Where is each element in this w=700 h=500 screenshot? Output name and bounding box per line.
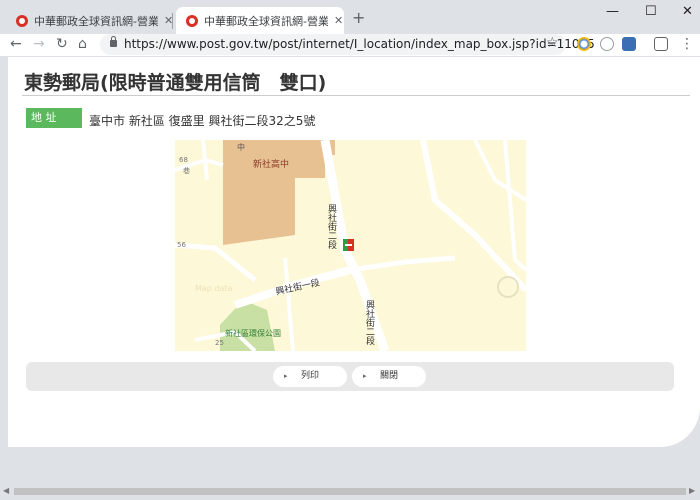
browser-toolbar: ← → ↻ ⌂ https://www.post.gov.tw/post/int… [0, 34, 700, 56]
map-road-west [175, 242, 257, 282]
map-label-park: 新社區環保公園 [225, 329, 281, 338]
arrow-right-icon: ▸ [284, 372, 288, 380]
map-label-street-1: 興社街二段 [326, 204, 336, 249]
home-icon[interactable]: ⌂ [78, 35, 87, 53]
tab-title: 中華郵政全球資訊網-營業據點 - [34, 14, 158, 28]
close-button[interactable]: ▸ 關閉 [352, 366, 426, 387]
title-divider [22, 95, 690, 96]
map-label-68: 68 [179, 156, 188, 164]
page-content: 東勢郵局(限時普通雙用信筒 雙口) 地 址 臺中市 新社區 復盛里 興社街二段3… [8, 57, 700, 447]
address-label: 地 址 [26, 108, 82, 128]
extension-calendar-icon[interactable] [654, 37, 668, 51]
map-road-east-edge [503, 140, 526, 272]
tab-separator [172, 13, 173, 29]
address-value: 臺中市 新社區 復盛里 興社街二段32之5號 [89, 114, 316, 128]
school-area [223, 140, 335, 245]
extension-card-icon[interactable] [622, 37, 636, 51]
window-close-icon[interactable]: ✕ [682, 4, 693, 19]
address-bar[interactable]: https://www.post.gov.tw/post/internet/I_… [100, 34, 595, 55]
forward-icon[interactable]: → [33, 35, 45, 53]
bookmark-star-icon[interactable]: ☆ [546, 35, 559, 51]
map-svg [175, 140, 526, 351]
scroll-right-icon[interactable]: ▶ [689, 486, 695, 495]
extension-chrome-icon[interactable] [577, 37, 591, 51]
page-title: 東勢郵局(限時普通雙用信筒 雙口) [24, 72, 327, 94]
url-text: https://www.post.gov.tw/post/internet/I_… [124, 37, 595, 51]
tab-title: 中華郵政全球資訊網-營業據點 - [204, 14, 328, 28]
tab-close-icon[interactable]: ✕ [334, 14, 343, 27]
map-label-street-2: 興社街二段 [364, 300, 374, 345]
map-label-25: 25 [215, 339, 224, 347]
post-favicon-icon [186, 14, 198, 27]
arrow-right-icon: ▸ [363, 372, 367, 380]
scroll-left-icon[interactable]: ◀ [3, 486, 9, 495]
print-button-label: 列印 [301, 371, 320, 381]
scrollbar-thumb[interactable] [14, 488, 686, 495]
post-favicon-icon [16, 14, 28, 27]
print-button[interactable]: ▸ 列印 [273, 366, 347, 387]
maximize-icon[interactable]: ☐ [645, 4, 657, 19]
tab-inactive[interactable]: 中華郵政全球資訊網-營業據點 - ✕ [6, 7, 174, 34]
back-icon[interactable]: ← [10, 35, 22, 53]
horizontal-scrollbar[interactable]: ◀ ▶ [0, 483, 700, 500]
extension-record-icon[interactable] [600, 37, 614, 51]
postbox-marker-slot [345, 244, 352, 246]
menu-icon[interactable]: ⋮ [680, 35, 694, 53]
new-tab-button[interactable]: + [352, 10, 365, 26]
map-road-ne2 [473, 140, 526, 202]
tab-strip: 中華郵政全球資訊網-營業據點 - ✕ 中華郵政全球資訊網-營業據點 - ✕ + … [0, 0, 700, 34]
map-road-south [283, 257, 295, 351]
tab-active[interactable]: 中華郵政全球資訊網-營業據點 - ✕ [176, 7, 344, 34]
lock-icon [110, 36, 117, 47]
button-bar: ▸ 列印 ▸ 關閉 [26, 362, 674, 391]
map-label-56: 56 [177, 241, 186, 249]
map-label-zhong: 中 [237, 143, 245, 152]
map-label-school: 新社高中 [253, 160, 290, 170]
reload-icon[interactable]: ↻ [56, 35, 68, 53]
close-button-label: 關閉 [380, 371, 399, 381]
location-map[interactable]: 新社高中 興社街二段 興社街一段 興社街二段 新社區環保公園 68 56 25 … [175, 140, 526, 351]
map-road-east [349, 255, 456, 273]
minimize-icon[interactable]: — [606, 4, 619, 19]
map-label-lane: 巷 [183, 167, 190, 175]
map-watermark-text: Map data [195, 284, 233, 293]
map-road-nw2 [201, 140, 209, 181]
map-watermark-icon [497, 276, 519, 298]
